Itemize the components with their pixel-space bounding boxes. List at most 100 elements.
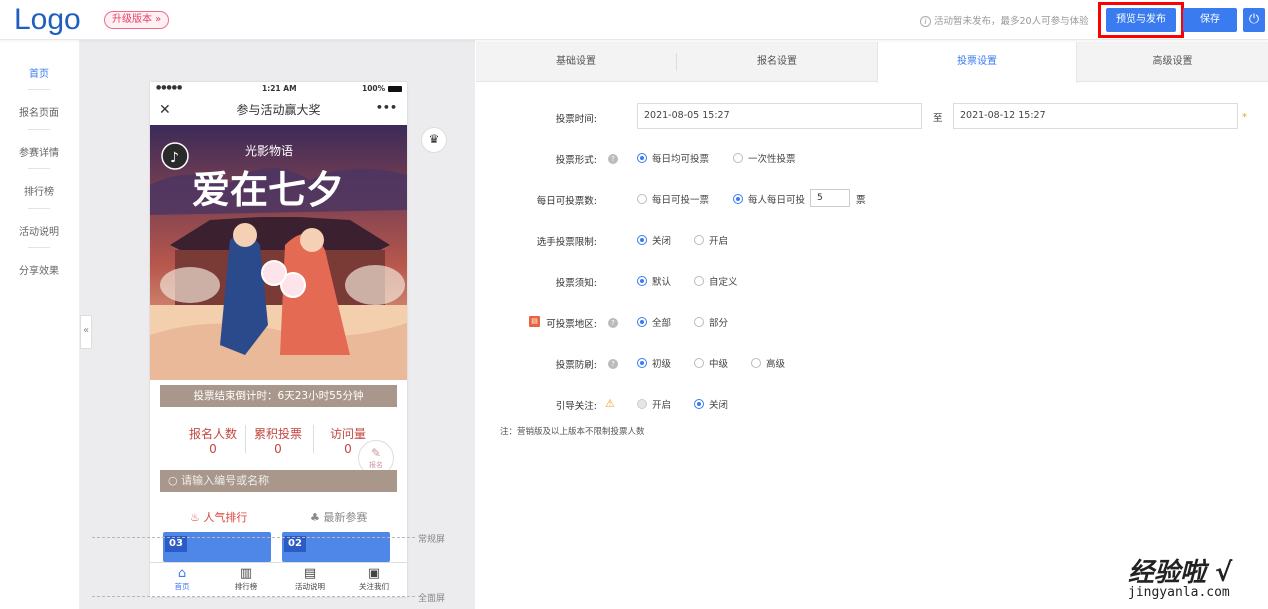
daily-votes-label: 每日可投票数: bbox=[536, 196, 597, 207]
status-time: 1:21 AM bbox=[262, 84, 297, 93]
radio-label: 每人每日可投 bbox=[748, 195, 806, 206]
to-label: 至 bbox=[933, 113, 943, 124]
banner-title: 爱在七夕 bbox=[192, 168, 344, 212]
stat-label: 累积投票 bbox=[253, 427, 302, 441]
radio-notice-default[interactable]: 默认 bbox=[637, 274, 671, 288]
radio-one-per-day[interactable]: 每日可投一票 bbox=[637, 192, 709, 206]
radio-dot bbox=[733, 153, 743, 163]
radio-label: 自定义 bbox=[709, 277, 738, 288]
divider bbox=[28, 129, 50, 130]
tab-basic[interactable]: 基础设置 bbox=[476, 42, 676, 82]
sidebar-item-details[interactable]: 参赛详情 bbox=[0, 144, 78, 159]
phone-title: 参与活动赢大奖 bbox=[236, 103, 321, 117]
help-icon[interactable]: ? bbox=[608, 318, 618, 328]
normal-screen-label: 常规屏 bbox=[418, 535, 446, 545]
close-icon[interactable]: ✕ bbox=[159, 96, 171, 124]
bottom-nav: ⌂ 首页 ▥ 排行榜 ▤ 活动说明 ▣ 关注我们 bbox=[150, 562, 407, 597]
bottom-nav-description[interactable]: ▤ 活动说明 bbox=[278, 566, 342, 592]
sidebar-item-description[interactable]: 活动说明 bbox=[0, 223, 78, 238]
status-bar: ●●●●● 1:21 AM 100% bbox=[150, 82, 407, 96]
radio-dot bbox=[694, 399, 704, 409]
radio-dot bbox=[637, 317, 647, 327]
radio-one-time-vote[interactable]: 一次性投票 bbox=[733, 151, 796, 165]
phone-preview: ●●●●● 1:21 AM 100% ✕ 参与活动赢大奖 ••• ♪ 光影物语 … bbox=[150, 82, 407, 597]
radio-dot bbox=[694, 358, 704, 368]
radio-dot bbox=[637, 399, 647, 409]
signal-icon: ●●●●● bbox=[156, 84, 183, 91]
collapse-icon[interactable]: « bbox=[80, 315, 92, 349]
power-icon[interactable]: ⏻ bbox=[1243, 8, 1265, 32]
sidebar-item-signup[interactable]: 报名页面 bbox=[0, 104, 78, 119]
help-icon[interactable]: ? bbox=[608, 359, 618, 369]
more-icon[interactable]: ••• bbox=[376, 94, 397, 122]
banner-image: ♪ 光影物语 爱在七夕 bbox=[150, 125, 407, 380]
logo[interactable]: Logo bbox=[14, 3, 81, 37]
bottom-nav-label: 活动说明 bbox=[295, 582, 325, 591]
tab-advanced[interactable]: 高级设置 bbox=[1077, 42, 1268, 82]
tab-popular[interactable]: ♨ 人气排行 bbox=[190, 509, 248, 529]
theme-icon[interactable]: ♛ bbox=[421, 127, 447, 153]
radio-notice-custom[interactable]: 自定义 bbox=[694, 274, 738, 288]
bottom-nav-label: 首页 bbox=[174, 582, 190, 591]
battery-level: 100% bbox=[362, 84, 386, 93]
radio-daily-vote[interactable]: 每日均可投票 bbox=[637, 151, 709, 165]
tab-signup[interactable]: 报名设置 bbox=[677, 42, 877, 82]
banner-subtitle: 光影物语 bbox=[245, 144, 293, 158]
radio-per-person-daily[interactable]: 每人每日可投 bbox=[733, 192, 805, 206]
radio-label: 关闭 bbox=[709, 400, 729, 411]
search-input[interactable]: ○ 请输入编号或名称 bbox=[160, 470, 397, 492]
bottom-nav-follow[interactable]: ▣ 关注我们 bbox=[342, 566, 406, 592]
full-screen-label: 全面屏 bbox=[418, 594, 446, 604]
warning-icon: ⚠ bbox=[605, 397, 615, 410]
cluster-icon: ♣ bbox=[310, 511, 320, 524]
sidebar-item-ranking[interactable]: 排行榜 bbox=[0, 183, 78, 198]
upgrade-badge[interactable]: 升级版本 » bbox=[104, 11, 170, 29]
radio-limit-on[interactable]: 开启 bbox=[694, 233, 728, 247]
card-number: 02 bbox=[284, 536, 306, 552]
sidebar-item-share[interactable]: 分享效果 bbox=[0, 262, 78, 277]
divider bbox=[28, 208, 50, 209]
stat-votes: 累积投票 0 bbox=[243, 425, 313, 456]
save-button[interactable]: 保存 bbox=[1183, 8, 1237, 32]
divider bbox=[28, 168, 50, 169]
bottom-nav-ranking[interactable]: ▥ 排行榜 bbox=[214, 566, 278, 592]
radio-dot bbox=[637, 235, 647, 245]
radio-fraud-basic[interactable]: 初级 bbox=[637, 356, 671, 370]
radio-label: 每日可投一票 bbox=[652, 195, 710, 206]
radio-label: 关闭 bbox=[652, 236, 672, 247]
radio-fraud-advanced[interactable]: 高级 bbox=[751, 356, 785, 370]
radio-dot bbox=[751, 358, 761, 368]
radio-dot bbox=[694, 276, 704, 286]
radio-dot bbox=[694, 235, 704, 245]
daily-count-input[interactable]: 5 bbox=[810, 189, 850, 207]
end-time-field[interactable]: 2021-08-12 15:27 bbox=[953, 103, 1238, 129]
battery-icon bbox=[388, 86, 402, 92]
bottom-nav-label: 关注我们 bbox=[359, 582, 389, 591]
divider bbox=[28, 247, 50, 248]
normal-screen-line bbox=[92, 537, 415, 538]
settings-tabs: 基础设置 报名设置 投票设置 高级设置 bbox=[476, 42, 1268, 83]
divider bbox=[28, 89, 50, 90]
bottom-nav-home[interactable]: ⌂ 首页 bbox=[150, 566, 214, 592]
radio-region-all[interactable]: 全部 bbox=[637, 315, 671, 329]
tab-voting[interactable]: 投票设置 bbox=[877, 42, 1077, 83]
tab-latest[interactable]: ♣ 最新参赛 bbox=[310, 509, 367, 525]
help-icon[interactable]: ? bbox=[608, 154, 618, 164]
radio-label: 一次性投票 bbox=[748, 154, 796, 165]
sidebar-item-home[interactable]: 首页 bbox=[0, 65, 78, 80]
contestant-cards: 03 02 bbox=[160, 528, 397, 564]
radio-guide-on[interactable]: 开启 bbox=[637, 397, 671, 411]
vote-form-label: 投票形式: bbox=[555, 155, 597, 166]
radio-guide-off[interactable]: 关闭 bbox=[694, 397, 728, 411]
top-bar: Logo 升级版本 » i 活动暂未发布，最多20人可参与体验 预览与发布 保存 … bbox=[0, 0, 1268, 40]
radio-fraud-medium[interactable]: 中级 bbox=[694, 356, 728, 370]
preview-publish-button[interactable]: 预览与发布 bbox=[1106, 8, 1176, 32]
radio-label: 默认 bbox=[652, 277, 672, 288]
stat-value: 0 bbox=[274, 442, 282, 456]
radio-dot bbox=[733, 194, 743, 204]
bottom-nav-label: 排行榜 bbox=[234, 582, 258, 591]
radio-region-partial[interactable]: 部分 bbox=[694, 315, 728, 329]
radio-limit-off[interactable]: 关闭 bbox=[637, 233, 671, 247]
full-screen-line bbox=[92, 596, 415, 597]
start-time-field[interactable]: 2021-08-05 15:27 bbox=[637, 103, 922, 129]
